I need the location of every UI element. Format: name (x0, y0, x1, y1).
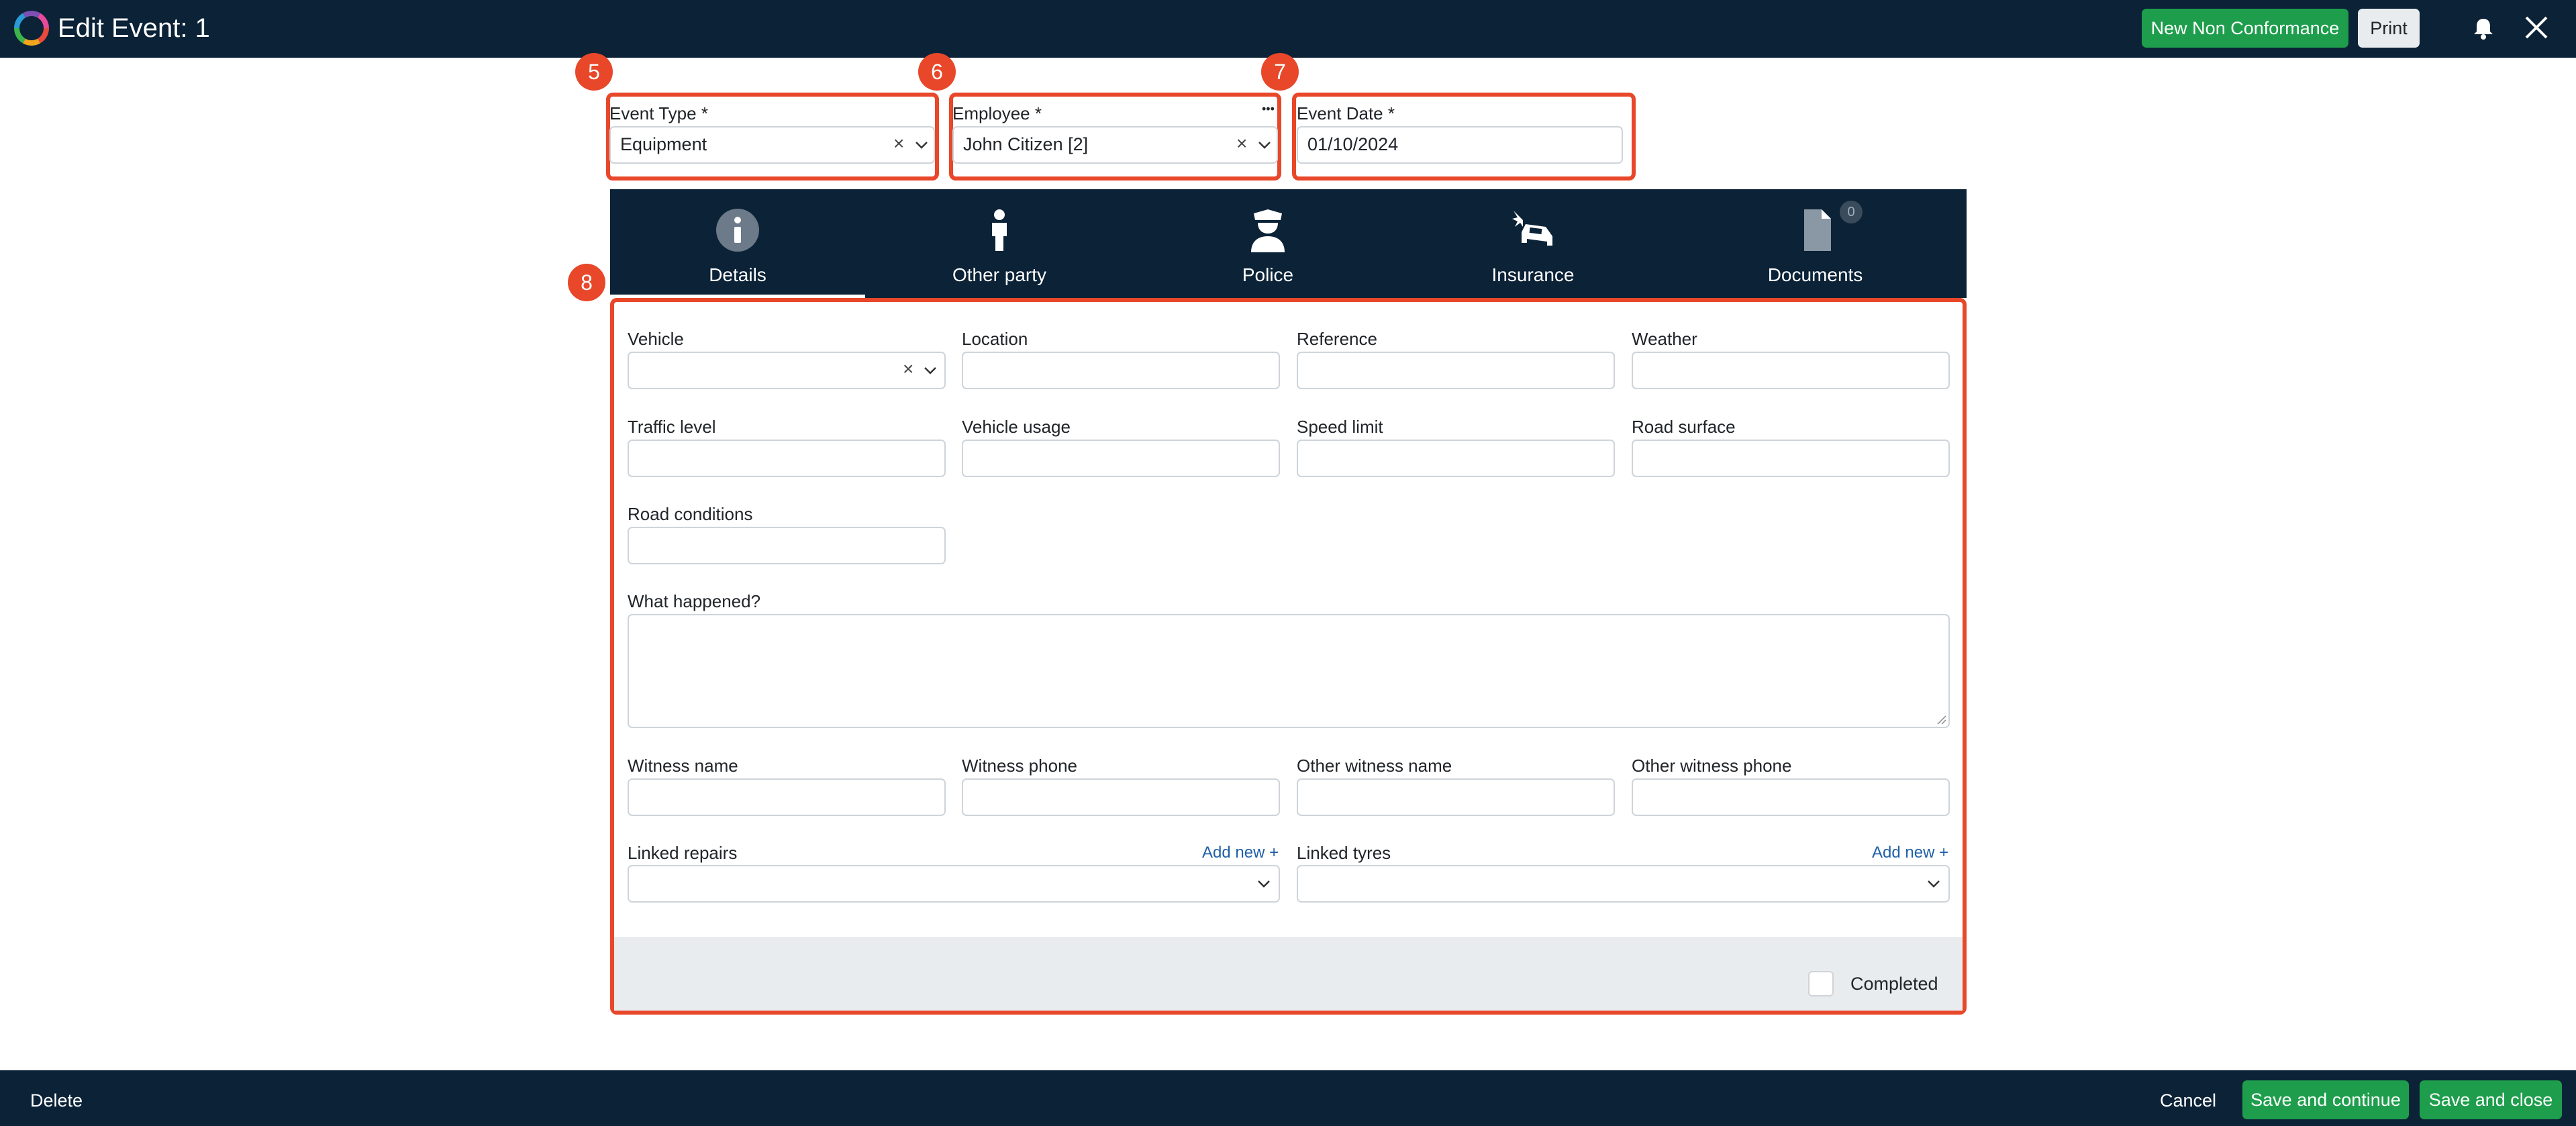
linked-tyres-label: Linked tyres (1297, 843, 1391, 863)
completed-label: Completed (1850, 974, 1938, 994)
police-officer-icon (1251, 209, 1285, 252)
what-happened-label: What happened? (628, 591, 761, 611)
employee-value: John Citizen [2] (963, 134, 1089, 154)
tab-label: Details (709, 264, 766, 285)
witness-name-input[interactable] (628, 778, 946, 816)
other-witness-phone-label: Other witness phone (1632, 756, 1792, 776)
tab-label: Documents (1767, 264, 1863, 285)
callout-badge-6: 6 (918, 53, 956, 91)
document-icon (1803, 209, 1831, 251)
tab-label: Other party (952, 264, 1047, 285)
reference-input[interactable] (1297, 352, 1615, 389)
active-tab-indicator (610, 295, 865, 298)
event-date-value: 01/10/2024 (1307, 134, 1399, 154)
witness-phone-label: Witness phone (962, 756, 1077, 776)
other-witness-phone-input[interactable] (1632, 778, 1950, 816)
linked-tyres-select[interactable] (1297, 865, 1950, 903)
completed-checkbox[interactable] (1808, 971, 1834, 996)
new-non-conformance-button[interactable]: New Non Conformance (2142, 9, 2348, 48)
weather-label: Weather (1632, 329, 1697, 349)
add-new-repair-link[interactable]: Add new + (1202, 843, 1279, 862)
chevron-down-icon[interactable] (914, 140, 929, 150)
speed-limit-input[interactable] (1297, 440, 1615, 477)
event-date-label: Event Date * (1297, 103, 1395, 123)
tab-details[interactable]: Details (610, 189, 865, 298)
reference-label: Reference (1297, 329, 1377, 349)
resize-handle-icon[interactable] (1936, 714, 1946, 725)
car-crash-icon (1512, 211, 1552, 246)
event-type-value: Equipment (620, 134, 707, 154)
clear-icon[interactable]: × (1236, 133, 1247, 154)
callout-badge-5: 5 (575, 53, 613, 91)
save-and-continue-button[interactable]: Save and continue (2242, 1080, 2409, 1119)
page-title: Edit Event: 1 (58, 13, 210, 43)
tab-insurance[interactable]: Insurance (1402, 189, 1664, 298)
cancel-button[interactable]: Cancel (2150, 1082, 2226, 1119)
road-conditions-input[interactable] (628, 527, 946, 564)
panel-footer (614, 937, 1963, 1011)
clear-icon[interactable]: × (903, 358, 913, 380)
employee-select[interactable]: John Citizen [2] (952, 126, 1278, 164)
event-type-label: Event Type * (609, 103, 708, 123)
person-icon (992, 209, 1007, 251)
bell-icon[interactable] (2470, 15, 2497, 42)
linked-repairs-label: Linked repairs (628, 843, 738, 863)
clear-icon[interactable]: × (893, 133, 904, 154)
vehicle-label: Vehicle (628, 329, 684, 349)
other-witness-name-input[interactable] (1297, 778, 1615, 816)
info-icon (716, 209, 759, 252)
delete-button[interactable]: Delete (19, 1082, 94, 1119)
chevron-down-icon[interactable] (1926, 879, 1941, 888)
vehicle-usage-input[interactable] (962, 440, 1280, 477)
traffic-level-label: Traffic level (628, 417, 716, 437)
traffic-level-input[interactable] (628, 440, 946, 477)
event-date-input[interactable]: 01/10/2024 (1297, 126, 1623, 164)
print-button[interactable]: Print (2358, 9, 2420, 48)
other-witness-name-label: Other witness name (1297, 756, 1452, 776)
employee-label: Employee * (952, 103, 1042, 123)
vehicle-select[interactable] (628, 352, 946, 389)
chevron-down-icon[interactable] (923, 366, 938, 375)
tab-police[interactable]: Police (1134, 189, 1402, 298)
event-type-select[interactable]: Equipment (609, 126, 935, 164)
road-surface-input[interactable] (1632, 440, 1950, 477)
weather-input[interactable] (1632, 352, 1950, 389)
tab-label: Police (1242, 264, 1294, 285)
callout-badge-8: 8 (568, 264, 605, 301)
app-logo-icon (13, 10, 49, 46)
close-icon[interactable] (2521, 12, 2552, 43)
location-input[interactable] (962, 352, 1280, 389)
witness-phone-input[interactable] (962, 778, 1280, 816)
callout-badge-7: 7 (1261, 53, 1299, 91)
vehicle-usage-label: Vehicle usage (962, 417, 1071, 437)
chevron-down-icon[interactable] (1256, 879, 1271, 888)
chevron-down-icon[interactable] (1257, 140, 1272, 150)
linked-repairs-select[interactable] (628, 865, 1280, 903)
what-happened-textarea[interactable] (628, 614, 1950, 728)
save-and-close-button[interactable]: Save and close (2420, 1080, 2562, 1119)
location-label: Location (962, 329, 1028, 349)
road-surface-label: Road surface (1632, 417, 1736, 437)
tab-documents[interactable]: 0 Documents (1664, 189, 1967, 298)
add-new-tyre-link[interactable]: Add new + (1872, 843, 1948, 862)
tab-other-party[interactable]: Other party (865, 189, 1134, 298)
event-tabs: Details Other party Police Insurance 0 D… (610, 189, 1967, 298)
document-count-badge: 0 (1840, 201, 1863, 223)
more-options-icon[interactable]: ••• (1262, 102, 1275, 116)
witness-name-label: Witness name (628, 756, 738, 776)
road-conditions-label: Road conditions (628, 504, 753, 524)
tab-label: Insurance (1491, 264, 1575, 285)
speed-limit-label: Speed limit (1297, 417, 1383, 437)
